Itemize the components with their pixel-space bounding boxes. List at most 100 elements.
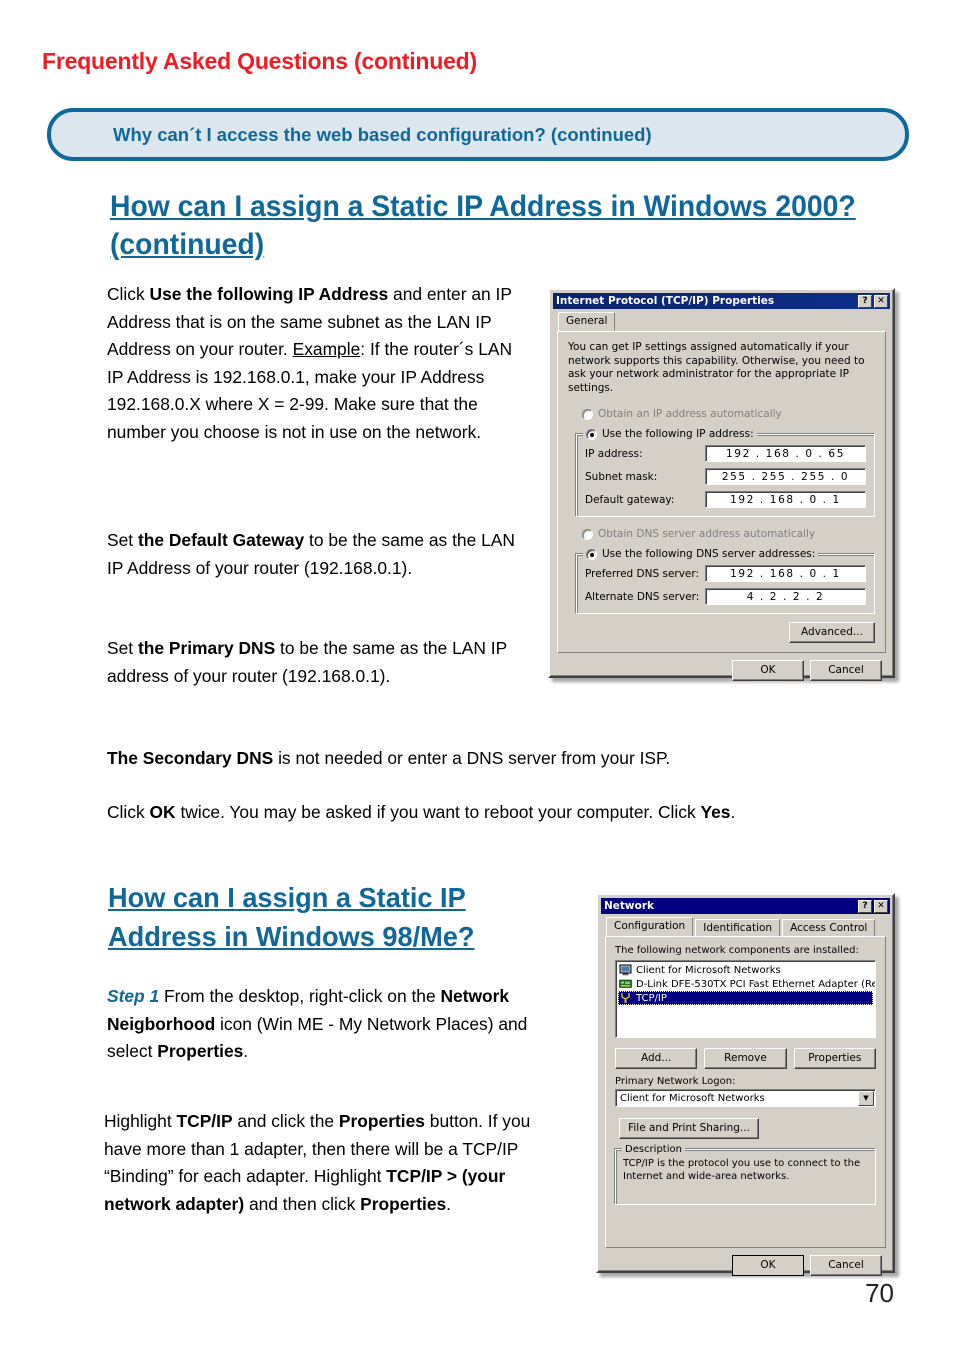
text-fragment: and click the (232, 1111, 339, 1131)
text-bold: Use the following IP Address (149, 284, 389, 304)
add-button[interactable]: Add... (615, 1048, 698, 1069)
text-fragment: . (446, 1193, 452, 1214)
components-list-label: The following network components are ins… (615, 945, 859, 956)
description-legend: Description (622, 1144, 685, 1155)
radio-icon (582, 528, 593, 540)
page-number: 70 (865, 1278, 894, 1308)
list-item[interactable]: D-Link DFE-530TX PCI Fast Ethernet Adapt… (618, 977, 875, 991)
text-fragment: From the desktop, right-click on the (159, 986, 441, 1006)
list-item-label: Client for Microsoft Networks (636, 964, 781, 976)
tab-identification[interactable]: Identification (695, 919, 781, 937)
dialog-titlebar: Internet Protocol (TCP/IP) Properties ? … (553, 293, 890, 309)
text-fragment: Click (107, 802, 150, 822)
list-item-label: TCP/IP (636, 992, 667, 1004)
radio-label: Use the following DNS server addresses: (602, 548, 816, 560)
paragraph-use-following-ip: Click Use the following IP Address and e… (107, 281, 527, 446)
network-card-icon (619, 978, 632, 990)
primary-logon-label: Primary Network Logon: (615, 1076, 736, 1087)
text-bold: OK (149, 802, 176, 822)
cancel-button[interactable]: Cancel (810, 660, 882, 681)
field-preferred-dns: Preferred DNS server: 192 . 168 . 0 . 1 (585, 565, 866, 582)
paragraph-default-gateway: Set the Default Gateway to be the same a… (107, 527, 527, 582)
manual-dns-group: Use the following DNS server addresses: … (576, 548, 875, 614)
close-icon[interactable]: ✕ (874, 294, 888, 308)
properties-button[interactable]: Properties (793, 1048, 876, 1069)
alternate-dns-input[interactable]: 4 . 2 . 2 . 2 (705, 588, 866, 605)
close-icon[interactable]: ✕ (874, 899, 888, 913)
ok-button[interactable]: OK (732, 1255, 804, 1276)
text-fragment: and then click (244, 1193, 361, 1214)
radio-label: Obtain DNS server address automatically (598, 528, 816, 540)
radio-use-following-dns[interactable]: Use the following DNS server addresses: (583, 548, 819, 560)
subnet-mask-input[interactable]: 255 . 255 . 255 . 0 (705, 468, 866, 485)
field-label: Preferred DNS server: (585, 567, 700, 580)
help-button[interactable]: ? (858, 294, 872, 308)
file-and-print-sharing-button[interactable]: File and Print Sharing... (619, 1118, 759, 1139)
tab-panel-configuration: The following network components are ins… (605, 936, 886, 1248)
cancel-button[interactable]: Cancel (810, 1255, 882, 1276)
dialog-footer: OK Cancel (553, 653, 890, 683)
list-item[interactable]: TCP/IP (618, 991, 873, 1005)
paragraph-highlight-tcpip: Highlight TCP/IP and click the Propertie… (104, 1108, 539, 1218)
paragraph-primary-dns: Set the Primary DNS to be the same as th… (107, 635, 527, 690)
text-bold: Yes (700, 802, 731, 822)
radio-icon (586, 548, 597, 560)
faq-question-text: Why can´t I access the web based configu… (113, 123, 652, 145)
field-label: IP address: (585, 447, 643, 460)
text-bold: TCP/IP (176, 1111, 233, 1131)
page-title: Frequently Asked Questions (continued) (42, 48, 477, 74)
field-label: Default gateway: (585, 493, 675, 506)
faq-question-banner: Why can´t I access the web based configu… (47, 108, 909, 161)
heading-static-ip-windows-98: How can I assign a Static IP Address in … (108, 882, 475, 952)
default-gateway-input[interactable]: 192 . 168 . 0 . 1 (705, 491, 866, 508)
computer-icon (619, 964, 632, 976)
field-label: Alternate DNS server: (585, 590, 700, 603)
text-fragment: Click (107, 284, 150, 304)
network-components-list[interactable]: Client for Microsoft Networks D-Link DFE… (615, 960, 876, 1038)
primary-logon-select[interactable]: Client for Microsoft Networks ▼ (615, 1089, 876, 1107)
radio-use-following-ip[interactable]: Use the following IP address: (583, 428, 757, 440)
manual-ip-group: Use the following IP address: IP address… (576, 428, 875, 517)
field-ip-address: IP address: 192 . 168 . 0 . 65 (585, 445, 866, 462)
text-fragment: is not needed or enter a DNS server from… (273, 748, 671, 768)
ok-button[interactable]: OK (732, 660, 804, 681)
text-bold: Properties (360, 1193, 447, 1214)
dialog-title: Internet Protocol (TCP/IP) Properties (556, 295, 775, 307)
tab-configuration[interactable]: Configuration (606, 917, 694, 936)
radio-obtain-ip-automatically[interactable]: Obtain an IP address automatically (582, 408, 875, 420)
step-label: Step 1 (107, 986, 160, 1006)
text-fragment: Set (107, 638, 138, 658)
tab-access-control[interactable]: Access Control (782, 919, 876, 937)
text-bold: the Primary DNS (137, 638, 276, 658)
field-alternate-dns: Alternate DNS server: 4 . 2 . 2 . 2 (585, 588, 866, 605)
field-subnet-mask: Subnet mask: 255 . 255 . 255 . 0 (585, 468, 866, 485)
tab-panel-general: You can get IP settings assigned automat… (557, 331, 886, 653)
advanced-button[interactable]: Advanced... (789, 622, 875, 643)
preferred-dns-input[interactable]: 192 . 168 . 0 . 1 (705, 565, 866, 582)
text-fragment: twice. You may be asked if you want to r… (175, 802, 701, 822)
chevron-down-icon[interactable]: ▼ (858, 1090, 874, 1106)
radio-obtain-dns-automatically[interactable]: Obtain DNS server address automatically (582, 528, 875, 540)
list-item[interactable]: Client for Microsoft Networks (618, 963, 873, 977)
remove-button[interactable]: Remove (704, 1048, 787, 1069)
ip-settings-description: You can get IP settings assigned automat… (568, 341, 865, 394)
ip-address-input[interactable]: 192 . 168 . 0 . 65 (705, 445, 866, 462)
text-bold: Properties (157, 1041, 244, 1061)
radio-label: Obtain an IP address automatically (598, 408, 782, 420)
help-button[interactable]: ? (858, 899, 872, 913)
tab-general[interactable]: General (558, 312, 616, 331)
text-bold: the Default Gateway (137, 530, 305, 550)
radio-label: Use the following IP address: (602, 428, 754, 440)
paragraph-click-ok-twice: Click OK twice. You may be asked if you … (107, 799, 897, 827)
dialog-footer: OK Cancel (601, 1248, 890, 1278)
protocol-icon (619, 992, 632, 1004)
radio-icon (582, 408, 593, 420)
text-fragment: Highlight (104, 1111, 177, 1131)
dialog-tabstrip: General (553, 309, 890, 331)
text-fragment: . (730, 802, 736, 822)
dialog-title: Network (604, 900, 655, 912)
radio-icon (586, 428, 597, 440)
field-default-gateway: Default gateway: 192 . 168 . 0 . 1 (585, 491, 866, 508)
text-bold: The Secondary DNS (107, 748, 274, 768)
paragraph-secondary-dns: The Secondary DNS is not needed or enter… (107, 745, 897, 773)
